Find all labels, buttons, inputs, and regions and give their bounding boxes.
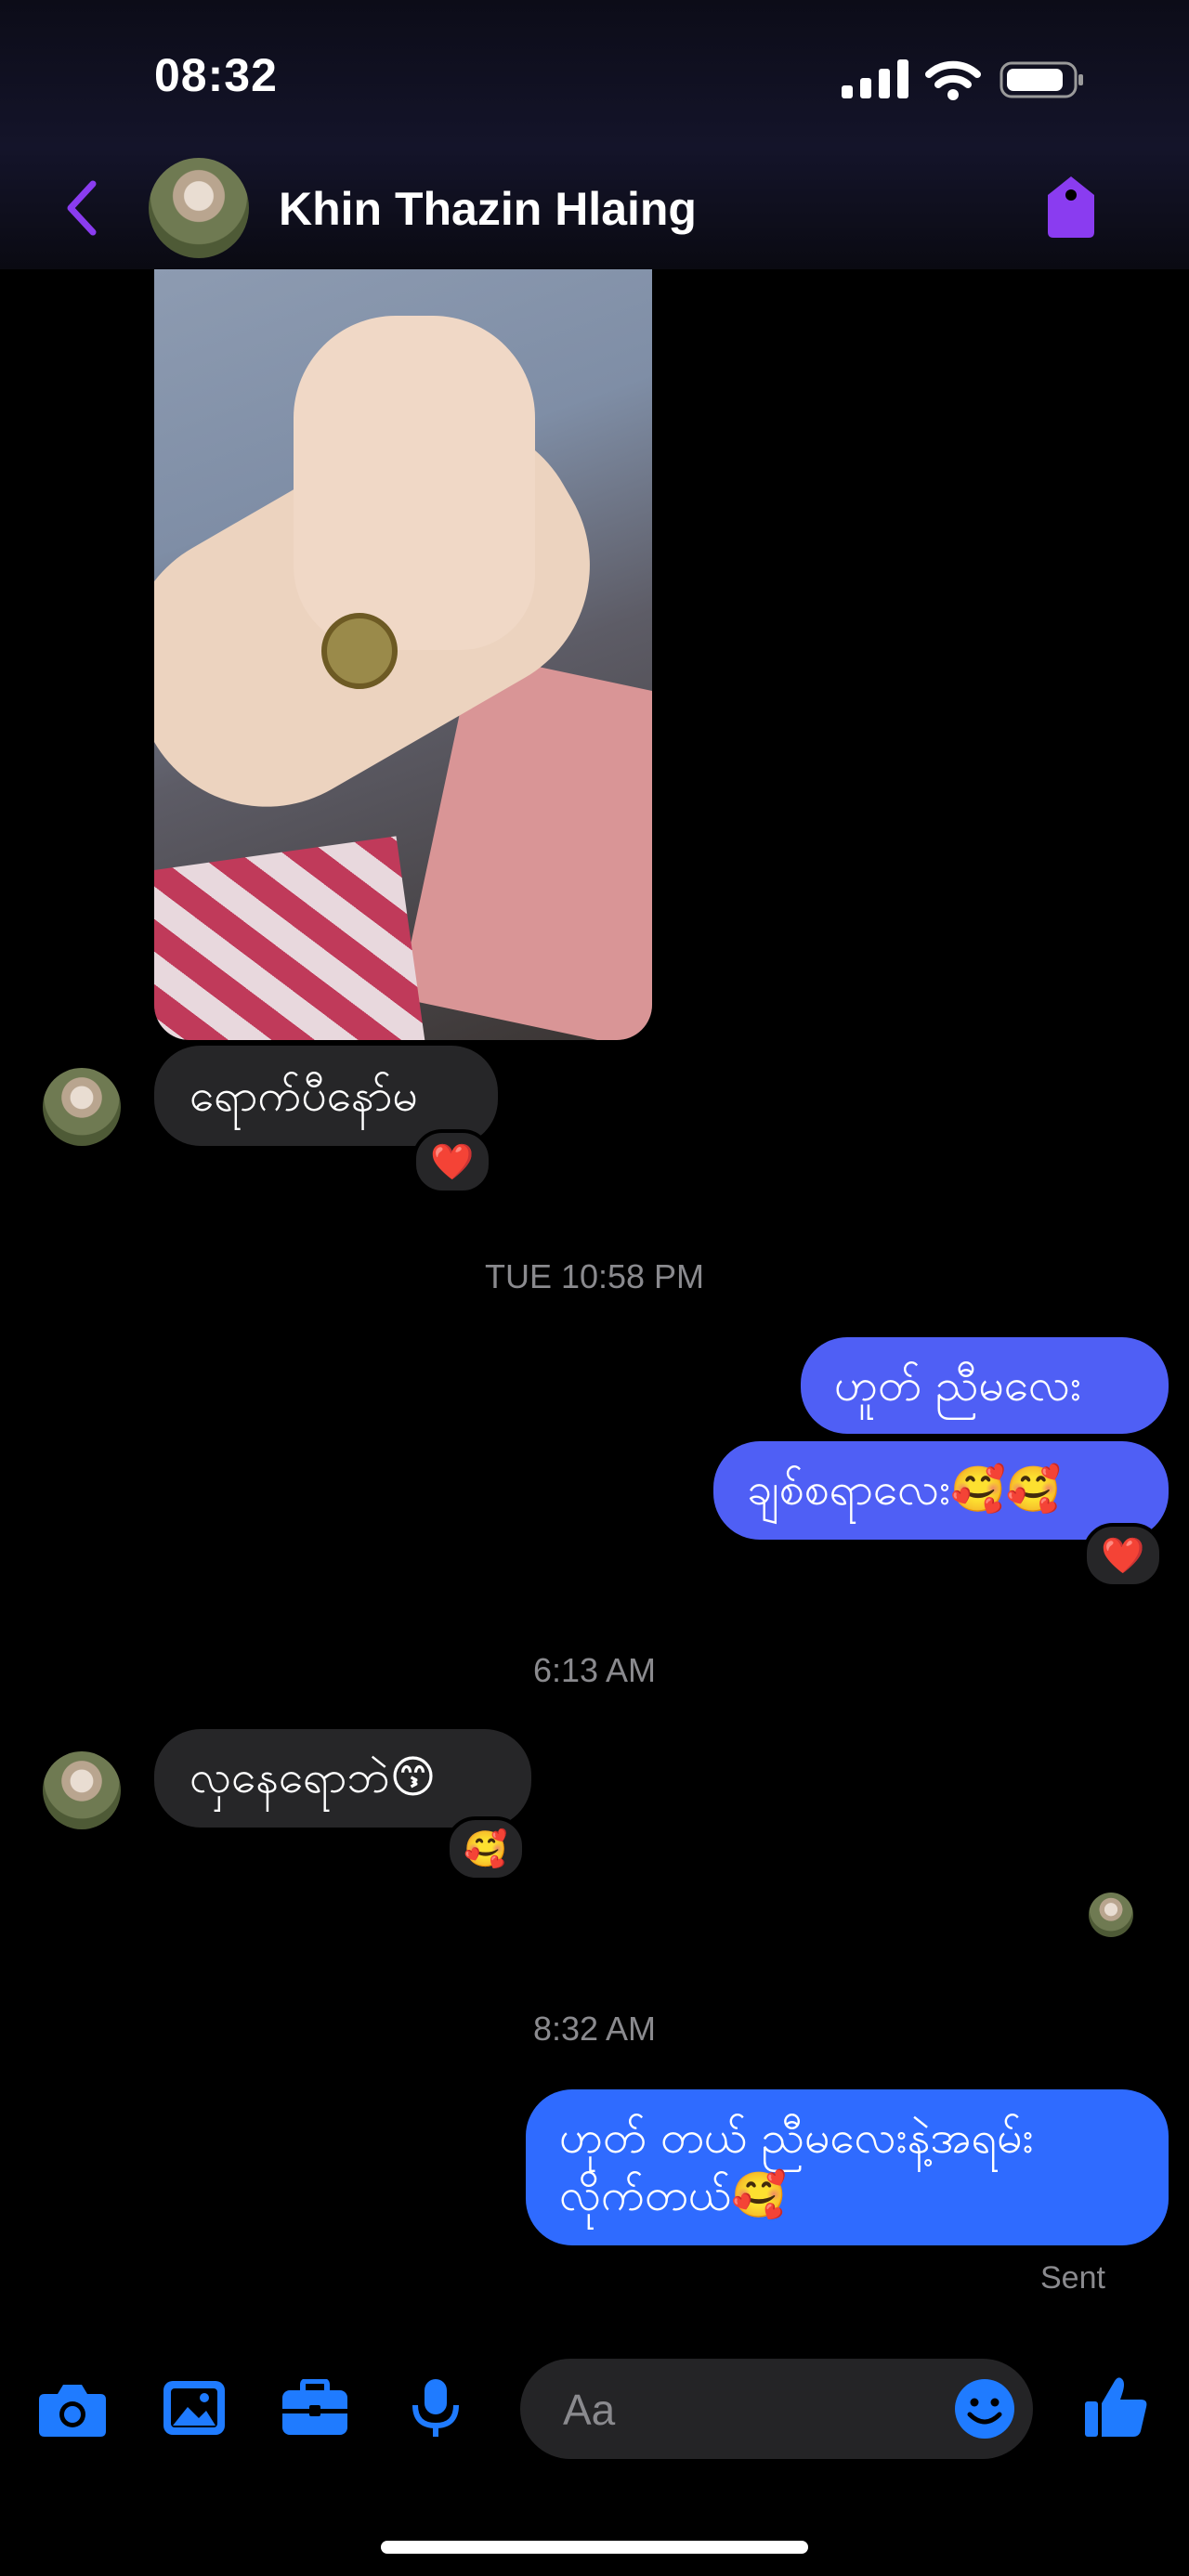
home-indicator: [381, 2541, 808, 2554]
emoji-icon[interactable]: [953, 2377, 1016, 2440]
message-text: ချစ်စရာလေး🥰🥰: [747, 1464, 1062, 1516]
battery-icon: [1000, 61, 1083, 98]
back-icon[interactable]: [59, 178, 104, 238]
image-icon[interactable]: [162, 2379, 227, 2437]
composer-placeholder: Aa: [563, 2386, 616, 2434]
message-composer[interactable]: Aa: [520, 2359, 1033, 2459]
briefcase-icon[interactable]: [281, 2379, 349, 2437]
contact-name[interactable]: Khin Thazin Hlaing: [279, 182, 697, 236]
message-text-line1: ဟုတ် တယ် ညီမလေးနဲ့အရမ်း: [559, 2112, 1034, 2164]
sender-avatar[interactable]: [43, 1751, 121, 1829]
microphone-icon[interactable]: [411, 2377, 461, 2439]
incoming-message-bubble[interactable]: လှနေရောဘဲ😙: [154, 1729, 531, 1828]
signal-icon: [842, 59, 908, 98]
message-text: ဟူတ် ညီမလေး: [834, 1360, 1082, 1412]
timestamp-divider: 6:13 AM: [532, 1651, 657, 1689]
tag-icon[interactable]: [1042, 173, 1100, 240]
sender-avatar[interactable]: [43, 1068, 121, 1146]
message-reaction[interactable]: ❤️: [1083, 1523, 1163, 1588]
status-icons: [842, 59, 1085, 100]
thumbs-up-icon[interactable]: [1083, 2374, 1150, 2439]
message-text: ရောက်ပီနော်မ: [189, 1070, 418, 1122]
timestamp-divider: 8:32 AM: [532, 2010, 657, 2048]
status-time: 08:32: [154, 49, 278, 101]
read-receipt-avatar: [1089, 1893, 1133, 1937]
photo-message[interactable]: [154, 269, 652, 1040]
message-text-line2: လိုက်တယ်🥰: [559, 2169, 788, 2221]
camera-icon[interactable]: [37, 2379, 108, 2439]
outgoing-message-bubble[interactable]: ဟုတ် တယ် ညီမလေးနဲ့အရမ်း လိုက်တယ်🥰: [526, 2089, 1169, 2245]
delivery-status: Sent: [1040, 2260, 1105, 2296]
wifi-icon: [925, 60, 981, 100]
message-reaction[interactable]: ❤️: [412, 1129, 492, 1194]
message-text: လှနေရောဘဲ😙: [189, 1751, 437, 1803]
contact-avatar[interactable]: [149, 158, 249, 258]
outgoing-message-bubble[interactable]: ဟူတ် ညီမလေး: [801, 1337, 1169, 1434]
message-reaction[interactable]: 🥰: [446, 1816, 526, 1881]
timestamp-divider: TUE 10:58 PM: [484, 1257, 705, 1295]
